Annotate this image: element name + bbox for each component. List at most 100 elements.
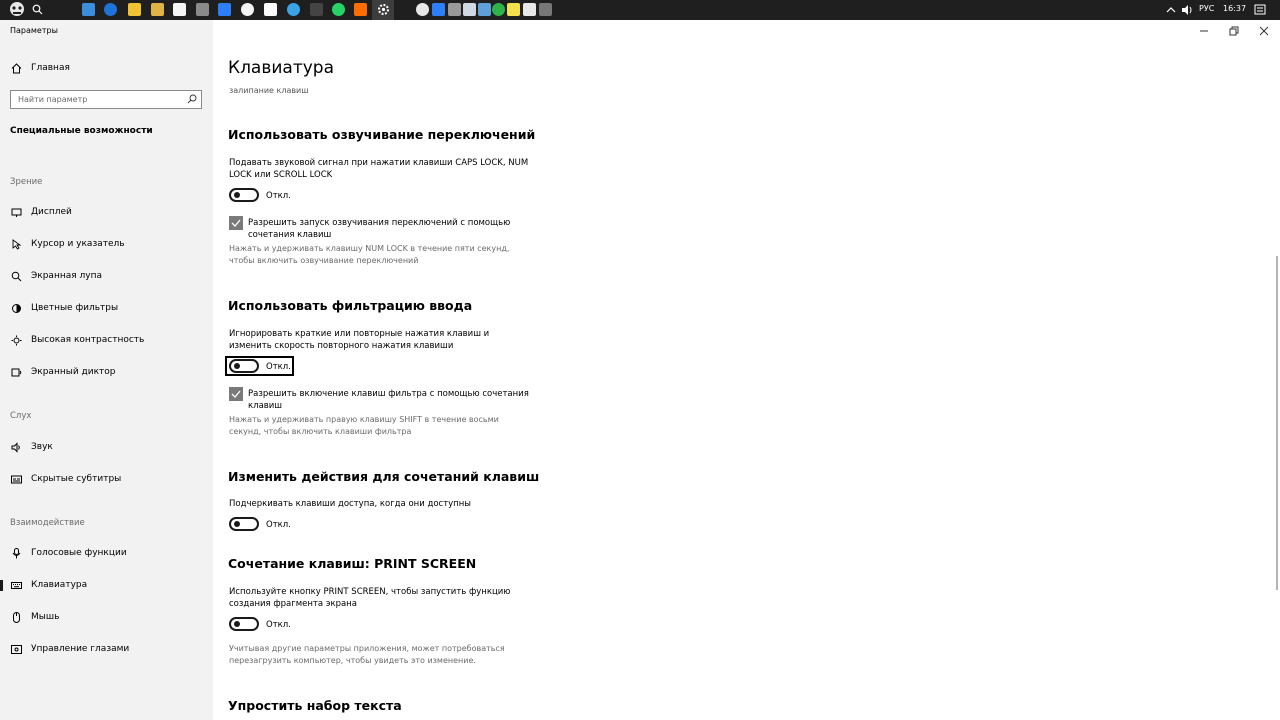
- calendar-icon[interactable]: [218, 3, 231, 16]
- search-icon: [187, 94, 197, 104]
- app-icon[interactable]: [196, 3, 209, 16]
- home-icon: [11, 63, 22, 74]
- toggle-keys-shortcut-checkbox[interactable]: [229, 216, 243, 230]
- search-placeholder: Найти параметр: [18, 95, 88, 104]
- group-heading-hearing: Слух: [10, 411, 32, 421]
- sidebar-item-label: Цветные фильтры: [31, 303, 119, 313]
- sidebar-item-sound[interactable]: Звук: [0, 437, 213, 463]
- filter-keys-switch[interactable]: [229, 359, 259, 373]
- tray-app3-icon[interactable]: [539, 3, 552, 16]
- setting-description: Подавать звуковой сигнал при нажатии кла…: [229, 158, 529, 180]
- firefox-icon[interactable]: [354, 3, 367, 16]
- sidebar-item-color-filters[interactable]: Цветные фильтры: [0, 298, 213, 324]
- sidebar-item-label: Звук: [31, 442, 53, 452]
- setting-description: Игнорировать краткие или повторные нажат…: [229, 329, 490, 351]
- sidebar-item-narrator[interactable]: Экранный диктор: [0, 362, 213, 388]
- section-heading: Использовать озвучивание переключений: [228, 127, 536, 142]
- toggle-knob: [234, 363, 240, 369]
- sidebar-item-label: Мышь: [31, 612, 60, 622]
- toggle-state-label: Откл.: [266, 362, 291, 372]
- tray-pen-icon[interactable]: [448, 3, 461, 16]
- app-title: Параметры: [10, 26, 58, 35]
- filter-keys-shortcut-checkbox[interactable]: [229, 387, 243, 401]
- toggle-knob: [234, 621, 240, 627]
- sidebar-item-label: Экранная лупа: [31, 271, 102, 281]
- color-filter-icon: [12, 304, 21, 313]
- page-subtitle: залипание клавиш: [229, 86, 309, 95]
- chevron-up-icon[interactable]: [1166, 5, 1176, 15]
- avatar-icon[interactable]: [4, 0, 30, 20]
- group-heading-vision: Зрение: [10, 177, 43, 187]
- print-screen-switch[interactable]: [229, 617, 259, 631]
- store-icon[interactable]: [173, 3, 186, 16]
- tray-app2-icon[interactable]: [478, 3, 491, 16]
- sidebar-item-label: Курсор и указатель: [31, 239, 125, 249]
- section-heading: Упростить набор текста: [228, 698, 402, 713]
- keyboard-icon: [11, 582, 22, 589]
- sidebar-item-home[interactable]: Главная: [0, 58, 213, 84]
- folder-icon[interactable]: [151, 3, 164, 16]
- eye-control-icon: [11, 645, 22, 654]
- checkbox-label: Разрешить включение клавиш фильтра с пом…: [248, 389, 529, 411]
- scrollbar[interactable]: [1276, 256, 1278, 590]
- checkbox-label: Разрешить запуск озвучивания переключени…: [248, 218, 511, 240]
- gear-icon[interactable]: [377, 3, 390, 16]
- tray-note-icon[interactable]: [507, 3, 520, 16]
- narrator-icon: [11, 368, 22, 377]
- sidebar-item-magnifier[interactable]: Экранная лупа: [0, 266, 213, 292]
- selection-indicator: [0, 580, 3, 591]
- tray-screen-icon[interactable]: [463, 3, 476, 16]
- tray-app-icon[interactable]: [432, 3, 445, 16]
- setting-hint: Учитывая другие параметры приложения, мо…: [229, 644, 505, 665]
- sidebar-item-cursor[interactable]: Курсор и указатель: [0, 234, 213, 260]
- whatsapp-icon[interactable]: [332, 3, 345, 16]
- contrast-icon: [11, 335, 22, 346]
- clock[interactable]: 16:37: [1223, 4, 1246, 13]
- display-icon: [11, 208, 22, 217]
- toggle-keys-switch[interactable]: [229, 188, 259, 202]
- edge-icon[interactable]: [104, 3, 117, 16]
- sidebar-item-eye-control[interactable]: Управление глазами: [0, 639, 213, 665]
- toggle-state-label: Откл.: [266, 520, 291, 530]
- sidebar-item-label: Голосовые функции: [31, 548, 127, 558]
- yandex-browser-icon[interactable]: [241, 3, 254, 16]
- sidebar-item-mouse[interactable]: Мышь: [0, 607, 213, 633]
- volume-icon[interactable]: [1181, 4, 1193, 16]
- tray-check-icon[interactable]: [492, 3, 505, 16]
- section-title: Специальные возможности: [10, 126, 153, 136]
- toggle-knob: [234, 192, 240, 198]
- sidebar-item-label: Дисплей: [31, 207, 72, 217]
- captions-icon: [11, 475, 22, 484]
- mail-icon[interactable]: [82, 3, 95, 16]
- sidebar-item-display[interactable]: Дисплей: [0, 202, 213, 228]
- tray-doc-icon[interactable]: [523, 3, 536, 16]
- language-indicator[interactable]: РУС: [1199, 4, 1214, 13]
- underline-access-keys-switch[interactable]: [229, 517, 259, 531]
- news-icon[interactable]: [264, 3, 277, 16]
- notification-icon[interactable]: [1254, 4, 1266, 16]
- toggle-knob: [234, 521, 240, 527]
- mouse-icon: [13, 612, 20, 623]
- toggle-state-label: Откл.: [266, 620, 291, 630]
- taskbar: РУС 16:37: [0, 0, 1280, 20]
- sidebar-item-keyboard[interactable]: Клавиатура: [0, 575, 213, 601]
- sidebar-item-label: Управление глазами: [31, 644, 130, 654]
- terminal-icon[interactable]: [310, 3, 323, 16]
- search-input[interactable]: Найти параметр: [10, 90, 202, 109]
- sidebar-item-label: Экранный диктор: [31, 367, 116, 377]
- yandex-icon[interactable]: [416, 3, 429, 16]
- search-icon[interactable]: [32, 4, 43, 15]
- sidebar-item-label: Скрытые субтитры: [31, 474, 122, 484]
- speaker-icon: [11, 442, 20, 453]
- sidebar-item-label: Клавиатура: [31, 580, 88, 590]
- sidebar-item-speech[interactable]: Голосовые функции: [0, 543, 213, 569]
- section-heading: Использовать фильтрацию ввода: [228, 298, 473, 313]
- sidebar-item-high-contrast[interactable]: Высокая контрастность: [0, 330, 213, 356]
- sidebar-item-captions[interactable]: Скрытые субтитры: [0, 469, 213, 495]
- section-heading: Сочетание клавиш: PRINT SCREEN: [228, 556, 477, 571]
- sidebar-item-label: Главная: [31, 63, 70, 73]
- magnifier-icon: [11, 271, 22, 282]
- file-explorer-icon[interactable]: [128, 3, 141, 16]
- setting-hint: Нажать и удерживать клавишу NUM LOCK в т…: [229, 244, 510, 265]
- telegram-icon[interactable]: [287, 3, 300, 16]
